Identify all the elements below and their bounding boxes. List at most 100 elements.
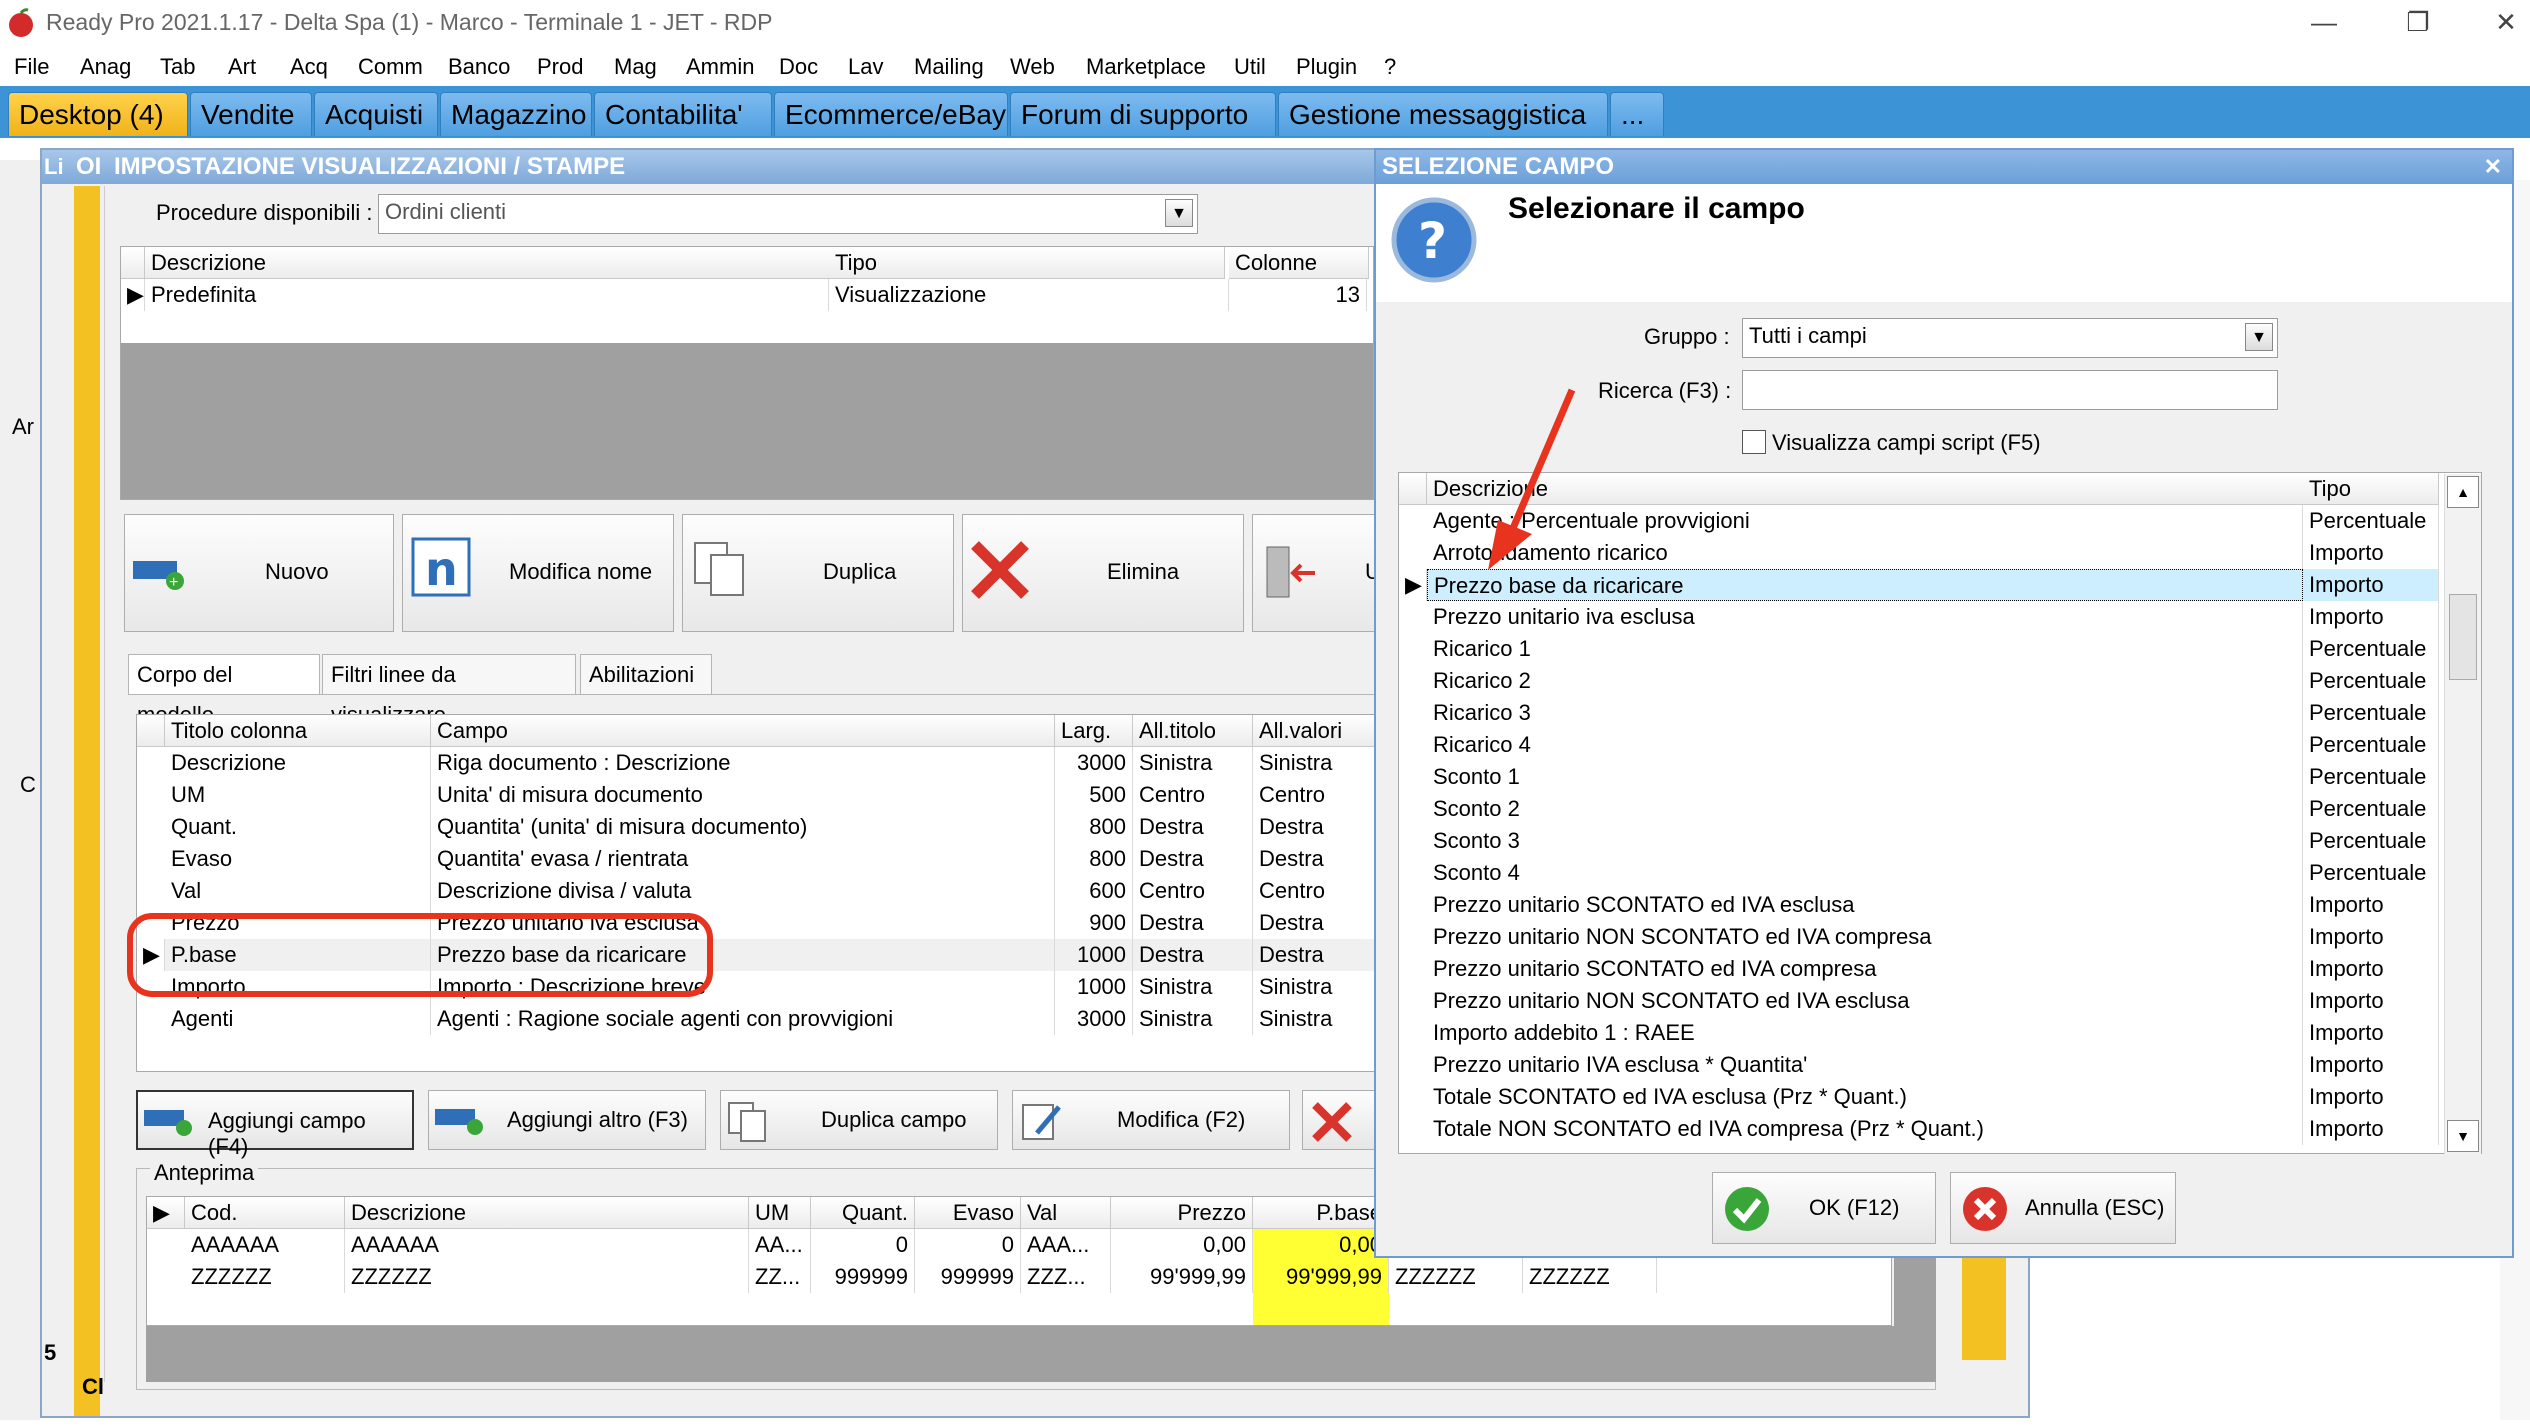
elimina-button[interactable]: Elimina <box>962 514 1244 632</box>
dialog-close-button[interactable]: ✕ <box>2484 150 2502 184</box>
column-align-title-cell[interactable]: Destra <box>1133 907 1253 939</box>
field-type-cell[interactable]: Percentuale <box>2303 793 2439 825</box>
field-description-cell[interactable]: Sconto 1 <box>1427 761 2303 793</box>
preview-val-cell[interactable]: AAA... <box>1021 1229 1111 1261</box>
modifica-nome-button[interactable]: n Modifica nome <box>402 514 674 632</box>
field-description-cell[interactable]: Prezzo unitario iva esclusa <box>1427 601 2303 633</box>
field-type-cell[interactable]: Importo <box>2303 1017 2439 1049</box>
ricerca-input[interactable] <box>1742 370 2278 410</box>
menu-file[interactable]: File <box>14 54 49 80</box>
scroll-thumb[interactable] <box>2449 594 2477 680</box>
preview-col-cod[interactable]: Cod. <box>185 1197 345 1229</box>
tab-corpo-modello[interactable]: Corpo del modello <box>128 654 320 727</box>
preview-col-um[interactable]: UM <box>749 1197 811 1229</box>
menu-help[interactable]: ? <box>1384 54 1396 80</box>
column-align-values-cell[interactable]: Centro <box>1253 779 1375 811</box>
minimize-button[interactable]: — <box>2304 4 2344 40</box>
close-window-button[interactable]: ✕ <box>2486 4 2526 40</box>
column-align-title-cell[interactable]: Sinistra <box>1133 747 1253 779</box>
column-align-title-cell[interactable]: Sinistra <box>1133 971 1253 1003</box>
views-row-colonne[interactable]: 13 <box>1229 279 1367 311</box>
field-type-cell[interactable]: Percentuale <box>2303 665 2439 697</box>
column-field-cell[interactable]: Agenti : Ragione sociale agenti con prov… <box>431 1003 1055 1035</box>
scroll-down-icon[interactable]: ▼ <box>2447 1120 2479 1152</box>
field-description-cell[interactable]: Sconto 4 <box>1427 857 2303 889</box>
menu-acq[interactable]: Acq <box>290 54 328 80</box>
preview-col-val[interactable]: Val <box>1021 1197 1111 1229</box>
field-description-cell[interactable]: Ricarico 3 <box>1427 697 2303 729</box>
menu-web[interactable]: Web <box>1010 54 1055 80</box>
field-type-cell[interactable]: Percentuale <box>2303 857 2439 889</box>
script-checkbox[interactable] <box>1742 430 1766 454</box>
column-title-cell[interactable]: UM <box>165 779 431 811</box>
column-width-cell[interactable]: 600 <box>1055 875 1133 907</box>
preview-um-cell[interactable]: ZZ... <box>749 1261 811 1293</box>
field-description-cell[interactable]: Prezzo unitario NON SCONTATO ed IVA escl… <box>1427 985 2303 1017</box>
preview-prezzo-cell[interactable]: 99'999,99 <box>1111 1261 1253 1293</box>
column-width-cell[interactable]: 3000 <box>1055 1003 1133 1035</box>
col-header-allvalori[interactable]: All.valori <box>1253 715 1375 747</box>
field-type-cell[interactable]: Percentuale <box>2303 761 2439 793</box>
tab-acquisti[interactable]: Acquisti <box>314 92 438 136</box>
menu-mailing[interactable]: Mailing <box>914 54 984 80</box>
field-type-cell[interactable]: Importo <box>2303 889 2439 921</box>
column-width-cell[interactable]: 900 <box>1055 907 1133 939</box>
preview-cod-cell[interactable]: ZZZZZZ <box>185 1261 345 1293</box>
columns-grid[interactable]: Titolo colonna Campo Larg. All.titolo Al… <box>136 714 1376 1072</box>
field-list-col-tipo[interactable]: Tipo <box>2303 473 2439 505</box>
col-header-larg[interactable]: Larg. <box>1055 715 1133 747</box>
chevron-down-icon[interactable]: ▼ <box>2245 323 2273 351</box>
field-description-cell[interactable]: Totale NON SCONTATO ed IVA compresa (Prz… <box>1427 1113 2303 1145</box>
column-align-title-cell[interactable]: Sinistra <box>1133 1003 1253 1035</box>
field-description-cell[interactable]: Sconto 3 <box>1427 825 2303 857</box>
menu-tab[interactable]: Tab <box>160 54 195 80</box>
field-description-cell[interactable]: Totale SCONTATO ed IVA esclusa (Prz * Qu… <box>1427 1081 2303 1113</box>
aggiungi-altro-button[interactable]: Aggiungi altro (F3) <box>428 1090 706 1150</box>
preview-col-prezzo[interactable]: Prezzo <box>1111 1197 1253 1229</box>
menu-banco[interactable]: Banco <box>448 54 510 80</box>
menu-art[interactable]: Art <box>228 54 256 80</box>
tab-contabilita[interactable]: Contabilita' <box>594 92 772 136</box>
menu-ammin[interactable]: Ammin <box>686 54 754 80</box>
field-description-cell[interactable]: Prezzo unitario SCONTATO ed IVA esclusa <box>1427 889 2303 921</box>
preview-quant-cell[interactable]: 0 <box>811 1229 915 1261</box>
column-title-cell[interactable]: Agenti <box>165 1003 431 1035</box>
col-header-alltitolo[interactable]: All.titolo <box>1133 715 1253 747</box>
menu-prod[interactable]: Prod <box>537 54 583 80</box>
menu-mag[interactable]: Mag <box>614 54 657 80</box>
preview-prezzo-cell[interactable]: 0,00 <box>1111 1229 1253 1261</box>
field-description-cell[interactable]: Prezzo unitario NON SCONTATO ed IVA comp… <box>1427 921 2303 953</box>
column-title-cell[interactable]: Descrizione <box>165 747 431 779</box>
column-align-values-cell[interactable]: Destra <box>1253 811 1375 843</box>
column-align-values-cell[interactable]: Destra <box>1253 843 1375 875</box>
menu-plugin[interactable]: Plugin <box>1296 54 1357 80</box>
elimina-campo-button[interactable] <box>1302 1090 1374 1150</box>
field-description-cell[interactable]: Importo addebito 1 : RAEE <box>1427 1017 2303 1049</box>
field-description-cell[interactable]: Ricarico 2 <box>1427 665 2303 697</box>
column-align-title-cell[interactable]: Centro <box>1133 779 1253 811</box>
field-type-cell[interactable]: Percentuale <box>2303 633 2439 665</box>
preview-col-pbase[interactable]: P.base <box>1253 1197 1389 1229</box>
preview-pbase-cell[interactable]: 99'999,99 <box>1253 1261 1389 1293</box>
preview-col-quant[interactable]: Quant. <box>811 1197 915 1229</box>
column-field-cell[interactable]: Quantita' (unita' di misura documento) <box>431 811 1055 843</box>
tab-magazzino[interactable]: Magazzino <box>440 92 592 136</box>
column-title-cell[interactable]: Evaso <box>165 843 431 875</box>
procedure-select[interactable]: Ordini clienti ▼ <box>378 194 1198 234</box>
tab-desktop[interactable]: Desktop (4) <box>8 92 188 136</box>
modifica-campo-button[interactable]: Modifica (F2) <box>1012 1090 1290 1150</box>
column-align-title-cell[interactable]: Destra <box>1133 811 1253 843</box>
field-description-cell[interactable]: Ricarico 4 <box>1427 729 2303 761</box>
menu-anag[interactable]: Anag <box>80 54 131 80</box>
column-width-cell[interactable]: 800 <box>1055 843 1133 875</box>
tab-filtri-linee[interactable]: Filtri linee da visualizzare <box>322 654 576 727</box>
preview-extra-cell[interactable]: ZZZZZZ <box>1523 1261 1657 1293</box>
preview-evaso-cell[interactable]: 999999 <box>915 1261 1021 1293</box>
aggiungi-campo-button[interactable]: Aggiungi campo (F4) <box>136 1090 414 1159</box>
tab-ecommerce[interactable]: Ecommerce/eBay <box>774 92 1008 136</box>
column-field-cell[interactable]: Quantita' evasa / rientrata <box>431 843 1055 875</box>
menu-doc[interactable]: Doc <box>779 54 818 80</box>
duplica-campo-button[interactable]: Duplica campo <box>720 1090 998 1150</box>
column-align-values-cell[interactable]: Sinistra <box>1253 971 1375 1003</box>
field-description-cell[interactable]: Sconto 2 <box>1427 793 2303 825</box>
